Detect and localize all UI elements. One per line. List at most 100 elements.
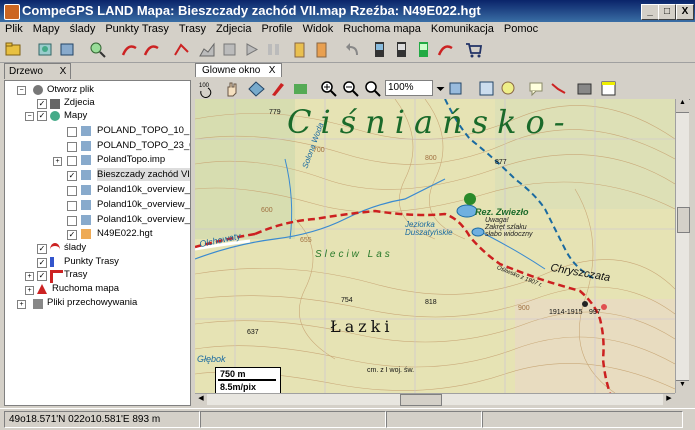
print-area-icon[interactable] bbox=[447, 79, 466, 98]
scroll-right-button[interactable]: ▶ bbox=[663, 394, 675, 405]
hscroll-thumb[interactable] bbox=[400, 394, 442, 406]
gps-receive-icon[interactable] bbox=[312, 40, 331, 59]
route-icon[interactable] bbox=[172, 40, 191, 59]
device-icon[interactable] bbox=[370, 40, 389, 59]
auto-route-icon[interactable] bbox=[291, 79, 310, 98]
menu-pomoc[interactable]: Pomoc bbox=[499, 22, 543, 36]
scroll-thumb[interactable] bbox=[677, 207, 690, 233]
maximize-button[interactable]: □ bbox=[658, 4, 676, 20]
map-view[interactable]: Ciśniańsko- Solona Woda Olchowaty Rez. Z… bbox=[195, 99, 675, 393]
horizontal-scrollbar[interactable]: ◀ ▶ bbox=[195, 393, 675, 406]
tree-pliki-przechowywania[interactable]: Pliki przechowywania bbox=[47, 296, 137, 309]
tree-map-item[interactable]: PolandTopo.imp bbox=[97, 153, 165, 166]
menu-komunikacja[interactable]: Komunikacja bbox=[426, 22, 499, 36]
tab-drzewo-close[interactable]: X bbox=[60, 66, 67, 77]
tree-map-item[interactable]: Poland10k_overview_4.R bbox=[97, 183, 190, 196]
device-2-icon[interactable] bbox=[392, 40, 411, 59]
expand-toggle[interactable]: + bbox=[53, 157, 62, 166]
track-icon bbox=[50, 243, 60, 256]
label-icon[interactable] bbox=[527, 79, 546, 98]
zoom-out-icon[interactable] bbox=[341, 79, 360, 98]
open-folder-icon[interactable] bbox=[4, 40, 23, 59]
tab-drzewo[interactable]: Drzewo X bbox=[4, 63, 72, 79]
capture-icon[interactable] bbox=[575, 79, 594, 98]
profile-icon[interactable] bbox=[198, 40, 217, 59]
tree-otworz-plik[interactable]: Otworz plik bbox=[47, 83, 94, 96]
map-file-icon bbox=[81, 200, 91, 210]
checkbox[interactable]: ✓ bbox=[67, 171, 77, 181]
scroll-up-button[interactable]: ▲ bbox=[676, 99, 689, 113]
tree-zdjecia[interactable]: Zdjecia bbox=[64, 96, 95, 109]
map-layers-icon[interactable] bbox=[247, 79, 266, 98]
track-phone-icon[interactable] bbox=[436, 40, 455, 59]
tree-hgt-item[interactable]: N49E022.hgt bbox=[97, 227, 152, 240]
search-place-icon[interactable] bbox=[499, 79, 518, 98]
menu-ruchoma-mapa[interactable]: Ruchoma mapa bbox=[338, 22, 426, 36]
menu-zdjecia[interactable]: Zdjecia bbox=[211, 22, 256, 36]
zoom-dropdown-icon[interactable] bbox=[431, 79, 445, 98]
undo-icon[interactable] bbox=[344, 40, 363, 59]
checkbox[interactable]: ✓ bbox=[37, 271, 47, 281]
scroll-down-button[interactable]: ▼ bbox=[676, 380, 689, 394]
menu-plik[interactable]: Plik bbox=[0, 22, 28, 36]
phone-icon[interactable] bbox=[414, 40, 433, 59]
track-icon[interactable] bbox=[120, 40, 139, 59]
checkbox[interactable]: ✓ bbox=[37, 111, 47, 121]
menu-mapy[interactable]: Mapy bbox=[28, 22, 65, 36]
expand-toggle[interactable]: − bbox=[17, 86, 26, 95]
tree-slady[interactable]: ślady bbox=[64, 241, 86, 254]
menu-slady[interactable]: ślady bbox=[65, 22, 101, 36]
find-map-icon[interactable] bbox=[88, 40, 107, 59]
tree-punkty-trasy[interactable]: Punkty Trasy bbox=[64, 255, 119, 268]
tree-map-item[interactable]: POLAND_TOPO_23_03_4 bbox=[97, 139, 190, 152]
measure-icon[interactable] bbox=[549, 79, 568, 98]
stop-icon[interactable] bbox=[220, 40, 239, 59]
checkbox[interactable] bbox=[67, 156, 77, 166]
new-window-icon[interactable] bbox=[599, 79, 618, 98]
tree-map-item[interactable]: Poland10k_overview_7.R bbox=[97, 198, 190, 211]
menu-trasy[interactable]: Trasy bbox=[174, 22, 211, 36]
gps-send-icon[interactable] bbox=[290, 40, 309, 59]
scroll-left-button[interactable]: ◀ bbox=[195, 394, 207, 405]
checkbox[interactable] bbox=[67, 216, 77, 226]
menu-widok[interactable]: Widok bbox=[298, 22, 339, 36]
checkbox[interactable] bbox=[67, 186, 77, 196]
expand-toggle[interactable]: + bbox=[17, 300, 26, 309]
expand-toggle[interactable]: + bbox=[25, 272, 34, 281]
play-icon[interactable] bbox=[242, 40, 261, 59]
checkbox[interactable]: ✓ bbox=[37, 244, 47, 254]
checkbox[interactable] bbox=[67, 127, 77, 137]
zoom-reset-icon[interactable] bbox=[363, 79, 382, 98]
track-tools-icon[interactable] bbox=[142, 40, 161, 59]
expand-toggle[interactable]: − bbox=[25, 112, 34, 121]
close-button[interactable]: X bbox=[676, 4, 694, 20]
expand-toggle[interactable]: + bbox=[25, 286, 34, 295]
draw-track-icon[interactable] bbox=[269, 79, 288, 98]
tree-trasy[interactable]: Trasy bbox=[64, 268, 87, 281]
open-map-icon[interactable] bbox=[36, 40, 55, 59]
tab-glowne-okno-close[interactable]: X bbox=[269, 65, 276, 76]
tree-ruchoma-mapa[interactable]: Ruchoma mapa bbox=[52, 282, 119, 295]
checkbox[interactable]: ✓ bbox=[67, 230, 77, 240]
tree-map-item-selected[interactable]: Bieszczady zachód VII.ma bbox=[97, 168, 190, 181]
checkbox[interactable] bbox=[67, 201, 77, 211]
checkbox[interactable]: ✓ bbox=[37, 99, 47, 109]
checkbox[interactable] bbox=[67, 142, 77, 152]
checkbox[interactable]: ✓ bbox=[37, 258, 47, 268]
menu-profile[interactable]: Profile bbox=[256, 22, 297, 36]
tree-map-item[interactable]: POLAND_TOPO_10_14_2 bbox=[97, 124, 190, 137]
hand-pan-icon[interactable] bbox=[223, 79, 242, 98]
pause-icon[interactable] bbox=[264, 40, 283, 59]
menu-punkty-trasy[interactable]: Punkty Trasy bbox=[100, 22, 174, 36]
zoom-in-icon[interactable] bbox=[319, 79, 338, 98]
tab-glowne-okno[interactable]: Glowne okno X bbox=[195, 63, 283, 78]
tree-mapy[interactable]: Mapy bbox=[64, 109, 87, 122]
zoom-100-icon[interactable]: 100 bbox=[198, 79, 217, 98]
map-window-icon[interactable] bbox=[477, 79, 496, 98]
minimize-button[interactable]: _ bbox=[641, 4, 659, 20]
tree-map-item[interactable]: Poland10k_overview_9.R bbox=[97, 213, 190, 226]
map-tools-icon[interactable] bbox=[58, 40, 77, 59]
shop-cart-icon[interactable] bbox=[464, 40, 483, 59]
zoom-select[interactable]: 100% bbox=[385, 80, 433, 96]
vertical-scrollbar[interactable]: ▲ ▼ bbox=[675, 99, 690, 394]
